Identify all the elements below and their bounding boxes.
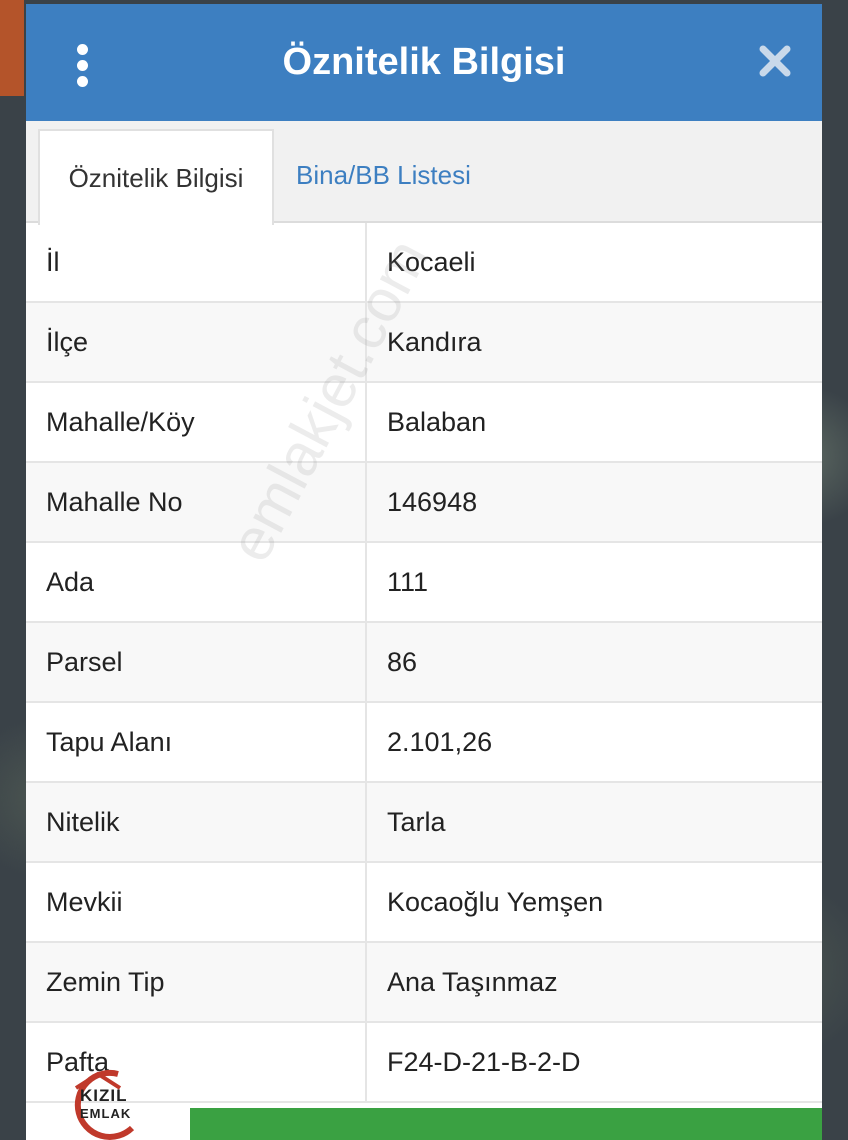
dialog-header: Öznitelik Bilgisi — [26, 4, 822, 121]
attribute-value: Ana Taşınmaz — [366, 942, 822, 1023]
attribute-key: Mahalle No — [26, 462, 367, 543]
attribute-value: 146948 — [366, 462, 822, 543]
attribute-key: Zemin Tip — [26, 942, 367, 1023]
tab-bar: Öznitelik Bilgisi Bina/BB Listesi — [26, 121, 822, 225]
table-row: İl Kocaeli — [26, 223, 822, 303]
attribute-table: İl Kocaeli İlçe Kandıra Mahalle/Köy Bala… — [26, 223, 822, 1103]
attribute-value: Tarla — [366, 782, 822, 863]
attribute-value: F24-D-21-B-2-D — [366, 1022, 822, 1103]
table-row: Mahalle/Köy Balaban — [26, 382, 822, 463]
close-icon[interactable] — [758, 44, 792, 78]
attribute-value: Kandıra — [366, 302, 822, 383]
attribute-key: İl — [26, 223, 367, 303]
attribute-value: 2.101,26 — [366, 702, 822, 783]
attribute-value: Balaban — [366, 382, 822, 463]
table-row: Zemin Tip Ana Taşınmaz — [26, 942, 822, 1023]
table-row: Mahalle No 146948 — [26, 462, 822, 543]
logo-line-2: EMLAK — [80, 1106, 132, 1121]
table-row: Mevkii Kocaoğlu Yemşen — [26, 862, 822, 943]
attribute-key: Mahalle/Köy — [26, 382, 367, 463]
table-row: İlçe Kandıra — [26, 302, 822, 383]
logo-line-1: KIZIL — [80, 1086, 128, 1105]
attribute-key: Parsel — [26, 622, 367, 703]
attribute-value: Kocaeli — [366, 223, 822, 303]
attribute-key: İlçe — [26, 302, 367, 383]
dialog-title: Öznitelik Bilgisi — [282, 41, 566, 83]
table-row: Tapu Alanı 2.101,26 — [26, 702, 822, 783]
attribute-key: Mevkii — [26, 862, 367, 943]
attribute-key: Nitelik — [26, 782, 367, 863]
attribute-value: 111 — [366, 542, 822, 623]
background-map-edge — [0, 0, 24, 96]
table-row: Parsel 86 — [26, 622, 822, 703]
table-row: Nitelik Tarla — [26, 782, 822, 863]
tab-attribute-info[interactable]: Öznitelik Bilgisi — [38, 129, 274, 225]
attribute-key: Ada — [26, 542, 367, 623]
tab-building-list[interactable]: Bina/BB Listesi — [296, 129, 471, 221]
action-button[interactable] — [190, 1108, 822, 1140]
more-vertical-icon[interactable] — [72, 44, 92, 90]
attribute-key: Tapu Alanı — [26, 702, 367, 783]
brand-logo: KIZIL EMLAK — [58, 1066, 188, 1140]
attribute-dialog: Öznitelik Bilgisi Öznitelik Bilgisi Bina… — [26, 4, 822, 1140]
table-row: Ada 111 — [26, 542, 822, 623]
attribute-value: 86 — [366, 622, 822, 703]
attribute-value: Kocaoğlu Yemşen — [366, 862, 822, 943]
